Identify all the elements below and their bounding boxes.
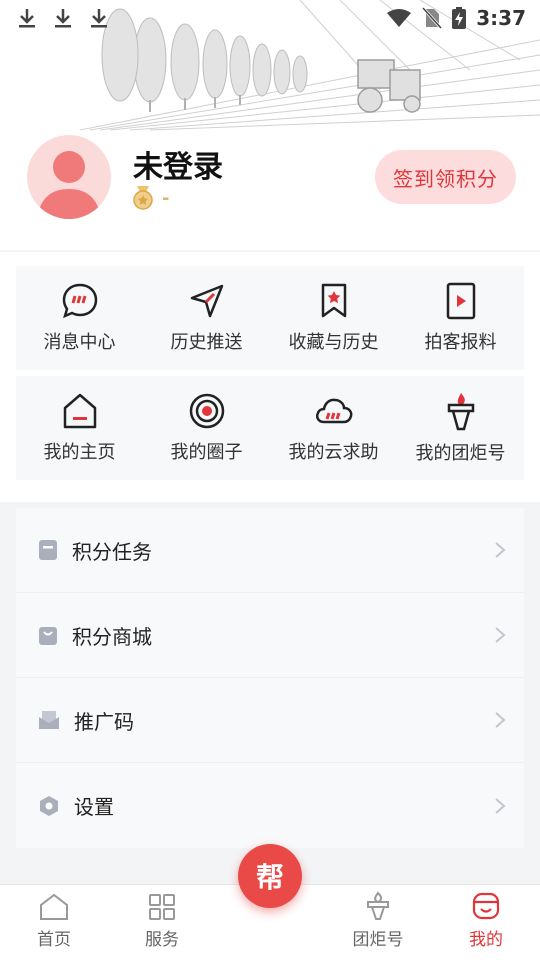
download-icon: [55, 9, 71, 28]
grid-item-label: 历史推送: [170, 332, 243, 353]
grid-item-circle[interactable]: 我的圈子: [143, 376, 270, 480]
task-icon: [39, 540, 57, 560]
checkin-button[interactable]: 签到领积分: [375, 150, 516, 204]
download-icon: [19, 9, 35, 28]
grid-item-label: 我的团炬号: [415, 443, 506, 464]
home-icon: [63, 393, 96, 429]
target-icon: [189, 393, 224, 429]
tab-mine[interactable]: 我的: [432, 885, 540, 960]
grid-item-label: 收藏与历史: [288, 332, 379, 353]
menu-item-label: 积分任务: [72, 539, 152, 564]
grid-item-homepage[interactable]: 我的主页: [16, 376, 143, 480]
shop-icon: [39, 627, 57, 645]
tab-services[interactable]: 服务: [108, 885, 216, 960]
status-time: 3:37: [476, 6, 526, 30]
home-icon: [40, 893, 68, 920]
send-icon: [190, 284, 223, 318]
grid-item-favorites[interactable]: 收藏与历史: [270, 266, 397, 370]
settings-icon: [40, 795, 58, 816]
chevron-right-icon: [495, 797, 506, 814]
medal-icon: [133, 186, 153, 210]
cloud-icon: [315, 398, 352, 424]
tab-label: 服务: [145, 930, 179, 950]
mail-icon: [39, 711, 59, 729]
grid-item-label: 拍客报料: [424, 332, 497, 353]
menu-list: 积分任务 积分商城 推广码 设置: [16, 508, 524, 848]
battery-charging-icon: [452, 7, 467, 29]
chevron-right-icon: [495, 627, 506, 643]
video-icon: [446, 282, 475, 320]
menu-item-promo-code[interactable]: 推广码: [16, 678, 524, 763]
menu-item-label: 设置: [74, 795, 114, 819]
grid-item-label: 消息中心: [43, 332, 116, 353]
avatar[interactable]: [27, 135, 111, 219]
help-center-button[interactable]: 帮: [238, 844, 302, 908]
torch-icon: [447, 393, 474, 431]
level-value: -: [162, 187, 170, 209]
user-avatar-icon: [37, 151, 101, 219]
tab-label: 我的: [469, 930, 503, 950]
grid-item-torch[interactable]: 我的团炬号: [397, 376, 524, 480]
menu-item-label: 推广码: [74, 709, 134, 734]
menu-item-label: 积分商城: [72, 624, 152, 649]
grid-item-history-push[interactable]: 历史推送: [143, 266, 270, 370]
tab-home[interactable]: 首页: [0, 885, 108, 960]
menu-item-points-tasks[interactable]: 积分任务: [16, 508, 524, 593]
message-icon: [62, 283, 97, 319]
torch-icon: [367, 891, 389, 920]
status-bar: 3:37: [0, 0, 540, 36]
grid-item-label: 我的圈子: [170, 442, 243, 463]
grid-item-cloud-help[interactable]: 我的云求助: [270, 376, 397, 480]
grid-item-label: 我的主页: [43, 442, 116, 463]
grid-item-messages[interactable]: 消息中心: [16, 266, 143, 370]
wifi-icon: [387, 9, 412, 27]
username[interactable]: 未登录: [133, 142, 223, 186]
profile-icon: [472, 892, 500, 920]
level-row: -: [132, 186, 169, 210]
download-icon: [91, 9, 107, 28]
no-sim-icon: [422, 7, 443, 29]
grid-item-report[interactable]: 拍客报料: [397, 266, 524, 370]
chevron-right-icon: [495, 542, 506, 558]
profile-header: 未登录 - 签到领积分: [0, 130, 540, 246]
grid-item-label: 我的云求助: [288, 442, 379, 463]
tab-torch[interactable]: 团炬号: [324, 885, 432, 960]
feature-grid: 消息中心 历史推送 收藏与历史 拍客报料 我的主页 我的圈子 我的云求助 我的团…: [16, 266, 524, 486]
chevron-right-icon: [495, 712, 506, 728]
bookmark-icon: [321, 283, 346, 318]
menu-item-points-mall[interactable]: 积分商城: [16, 593, 524, 678]
tab-label: 团炬号: [352, 930, 404, 950]
feature-section: 消息中心 历史推送 收藏与历史 拍客报料 我的主页 我的圈子 我的云求助 我的团…: [0, 252, 540, 502]
grid-icon: [149, 894, 175, 920]
tab-label: 首页: [37, 930, 71, 950]
menu-item-settings[interactable]: 设置: [16, 763, 524, 848]
